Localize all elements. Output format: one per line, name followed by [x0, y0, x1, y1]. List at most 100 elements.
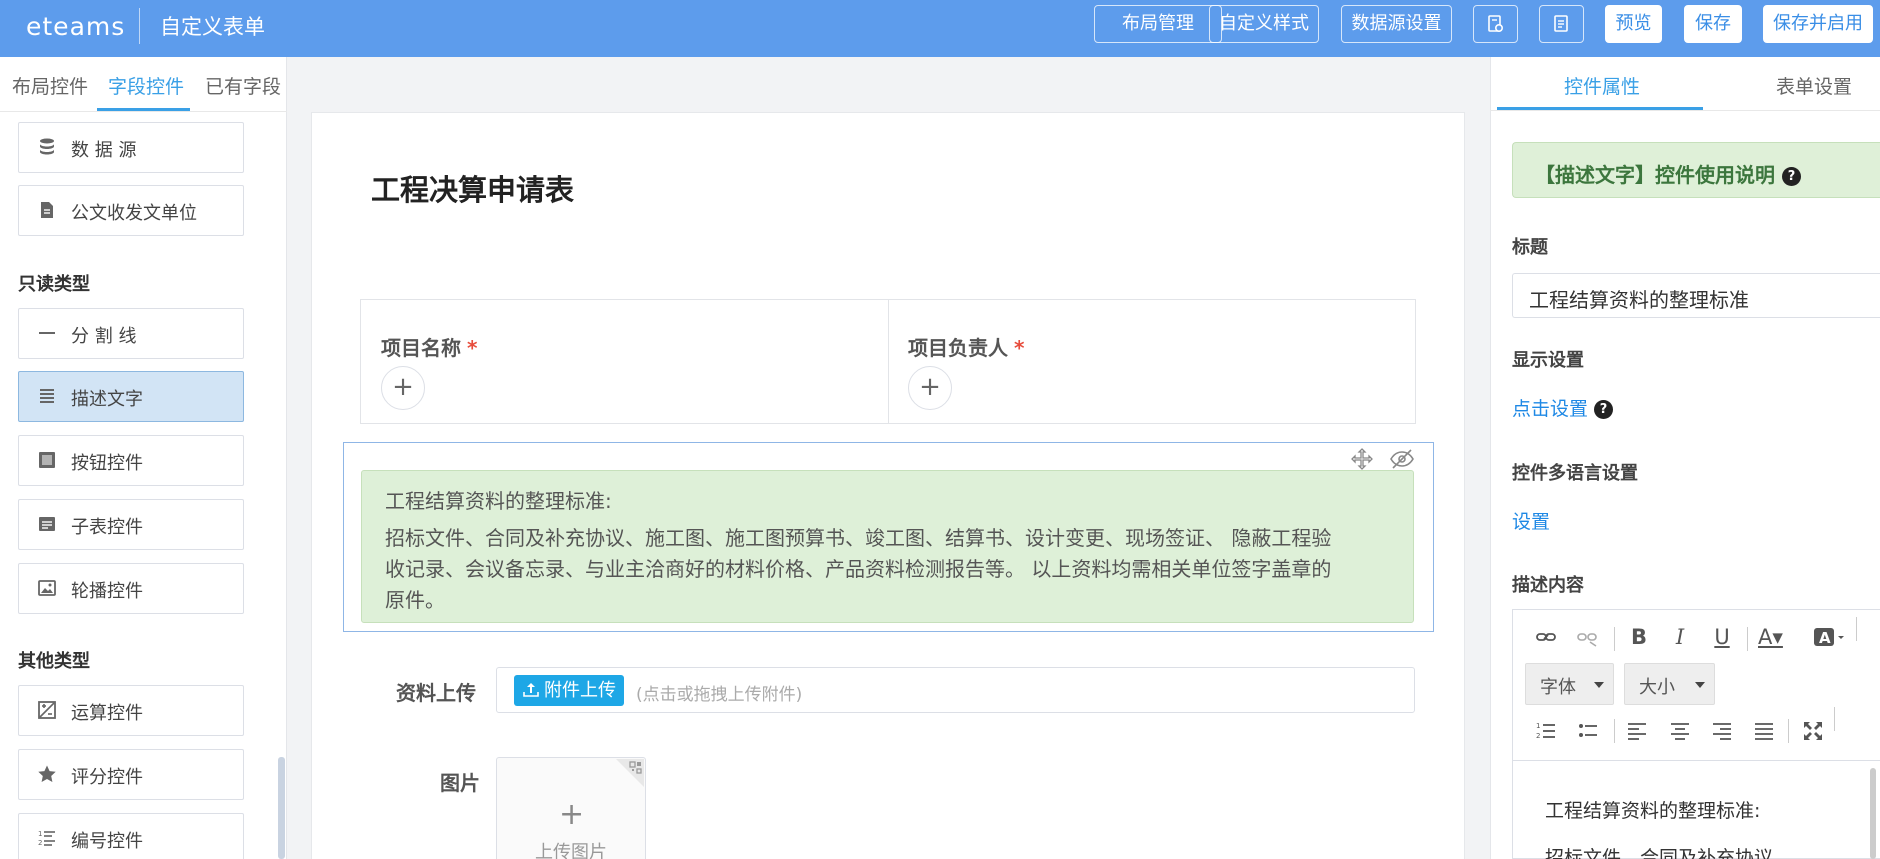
multilang-setting-label: 控件多语言设置: [1512, 463, 1638, 484]
multilang-settings-link[interactable]: 设置: [1512, 507, 1550, 534]
field-label-project-name[interactable]: 项目名称 *: [381, 332, 477, 361]
control-calculation[interactable]: 运算控件: [18, 685, 244, 736]
upload-field-label[interactable]: 资料上传: [396, 677, 476, 706]
underline-icon[interactable]: U: [1709, 624, 1735, 650]
svg-text:A: A: [1819, 629, 1831, 647]
preview-button[interactable]: 预览: [1605, 5, 1662, 43]
numbered-list-icon: 12: [38, 830, 55, 847]
upload-image-label: 上传图片: [535, 842, 607, 859]
image-field-label[interactable]: 图片: [440, 767, 480, 796]
qr-code-icon[interactable]: [616, 759, 644, 787]
editor-scrollbar[interactable]: [1870, 768, 1876, 859]
control-carousel[interactable]: 轮播控件: [18, 563, 244, 614]
align-right-icon[interactable]: [1709, 718, 1735, 744]
control-label: 数 据 源: [71, 140, 137, 161]
control-description-text[interactable]: 描述文字: [18, 371, 244, 422]
unlink-icon[interactable]: [1574, 624, 1600, 650]
italic-icon[interactable]: I: [1667, 624, 1693, 650]
usage-help-link[interactable]: 【描述文字】控件使用说明 ?: [1535, 159, 1801, 188]
header-divider: [139, 8, 140, 44]
section-other-title: 其他类型: [18, 651, 90, 672]
database-icon: [40, 138, 54, 155]
ordered-list-icon[interactable]: 12: [1533, 718, 1559, 744]
control-divider[interactable]: 分 割 线: [18, 308, 244, 359]
description-content-label: 描述内容: [1512, 575, 1584, 596]
control-button[interactable]: 按钮控件: [18, 435, 244, 486]
control-subtable[interactable]: 子表控件: [18, 499, 244, 550]
editor-content-line[interactable]: 招标文件、合同及补充协议: [1545, 843, 1773, 859]
font-size-select[interactable]: 大小: [1624, 663, 1715, 705]
description-line: 收记录、会议备忘录、与业主洽商好的材料价格、产品资料检测报告等。 以上资料均需相…: [385, 557, 1332, 581]
calculation-icon: [38, 701, 56, 719]
fullscreen-icon[interactable]: [1800, 718, 1826, 744]
font-family-select[interactable]: 字体: [1525, 663, 1614, 705]
unordered-list-icon[interactable]: [1575, 718, 1601, 744]
form-settings-icon-button[interactable]: [1473, 5, 1518, 43]
control-datasource[interactable]: 数 据 源: [18, 122, 244, 173]
required-mark: *: [467, 336, 478, 360]
list-doc-icon: [1553, 15, 1568, 32]
subtable-icon: [39, 517, 55, 531]
image-add-icon: +: [559, 797, 585, 832]
align-justify-icon[interactable]: [1751, 718, 1777, 744]
display-settings-link[interactable]: 点击设置 ?: [1512, 394, 1614, 421]
upload-icon: [523, 683, 539, 697]
toolbar-separator: [1747, 627, 1748, 651]
control-label: 评分控件: [71, 767, 143, 788]
tab-form-settings[interactable]: 表单设置: [1776, 72, 1852, 99]
section-readonly-title: 只读类型: [18, 274, 90, 295]
control-numbering[interactable]: 12 编号控件: [18, 813, 244, 859]
upload-dropzone[interactable]: [496, 667, 1415, 713]
help-question-icon[interactable]: ?: [1781, 167, 1801, 186]
link-icon[interactable]: [1533, 624, 1559, 650]
title-setting-label: 标题: [1512, 237, 1548, 258]
settings-doc-icon: [1487, 15, 1503, 33]
field-row-divider: [888, 300, 889, 423]
align-center-icon[interactable]: [1667, 718, 1693, 744]
star-icon: [38, 765, 56, 782]
svg-text:2: 2: [38, 839, 42, 847]
toolbar-separator: [1788, 719, 1789, 743]
display-setting-label: 显示设置: [1512, 350, 1584, 371]
upload-hint: (点击或拖拽上传附件): [636, 685, 803, 705]
control-doc-units[interactable]: 公文收发文单位: [18, 185, 244, 236]
layout-management-button[interactable]: 布局管理: [1094, 5, 1222, 43]
left-tab-divider: [0, 111, 287, 112]
form-title[interactable]: 工程决算申请表: [371, 167, 574, 209]
tab-existing-fields[interactable]: 已有字段: [205, 72, 281, 99]
left-scrollbar[interactable]: [278, 757, 285, 859]
form-list-icon-button[interactable]: [1539, 5, 1584, 43]
custom-style-button[interactable]: 自定义样式: [1209, 5, 1319, 43]
control-label: 按钮控件: [71, 453, 143, 474]
attachment-upload-button[interactable]: 附件上传: [514, 675, 624, 706]
svg-text:1: 1: [1536, 722, 1540, 730]
help-question-icon[interactable]: ?: [1594, 400, 1614, 419]
save-button[interactable]: 保存: [1684, 5, 1742, 43]
move-icon[interactable]: [1350, 447, 1374, 471]
font-color-icon[interactable]: A▾: [1758, 624, 1794, 650]
divider-icon: [39, 332, 55, 334]
editor-content-line[interactable]: 工程结算资料的整理标准:: [1545, 796, 1760, 823]
save-and-enable-button[interactable]: 保存并启用: [1763, 5, 1873, 43]
control-label: 轮播控件: [71, 581, 143, 602]
control-rating[interactable]: 评分控件: [18, 749, 244, 800]
eteams-logo[interactable]: eteams: [26, 12, 125, 41]
hide-eye-icon[interactable]: [1389, 447, 1415, 471]
background-color-icon[interactable]: A: [1812, 624, 1848, 650]
align-left-icon[interactable]: [1624, 718, 1650, 744]
add-project-owner-button[interactable]: +: [908, 366, 952, 410]
text-lines-icon: [40, 389, 54, 403]
title-input-value[interactable]: 工程结算资料的整理标准: [1529, 284, 1749, 313]
button-icon: [39, 452, 55, 468]
tab-layout-controls[interactable]: 布局控件: [12, 72, 88, 99]
control-label: 公文收发文单位: [71, 203, 197, 224]
add-project-name-button[interactable]: +: [381, 366, 425, 410]
tab-control-properties[interactable]: 控件属性: [1564, 72, 1640, 99]
datasource-settings-button[interactable]: 数据源设置: [1341, 5, 1452, 43]
tab-field-controls[interactable]: 字段控件: [108, 72, 184, 99]
description-line: 招标文件、合同及补充协议、施工图、施工图预算书、竣工图、结算书、设计变更、现场签…: [385, 526, 1332, 550]
field-label-project-owner[interactable]: 项目负责人 *: [908, 332, 1024, 361]
bold-icon[interactable]: B: [1626, 624, 1652, 650]
toolbar-separator: [1614, 627, 1615, 651]
control-label: 分 割 线: [71, 326, 137, 347]
